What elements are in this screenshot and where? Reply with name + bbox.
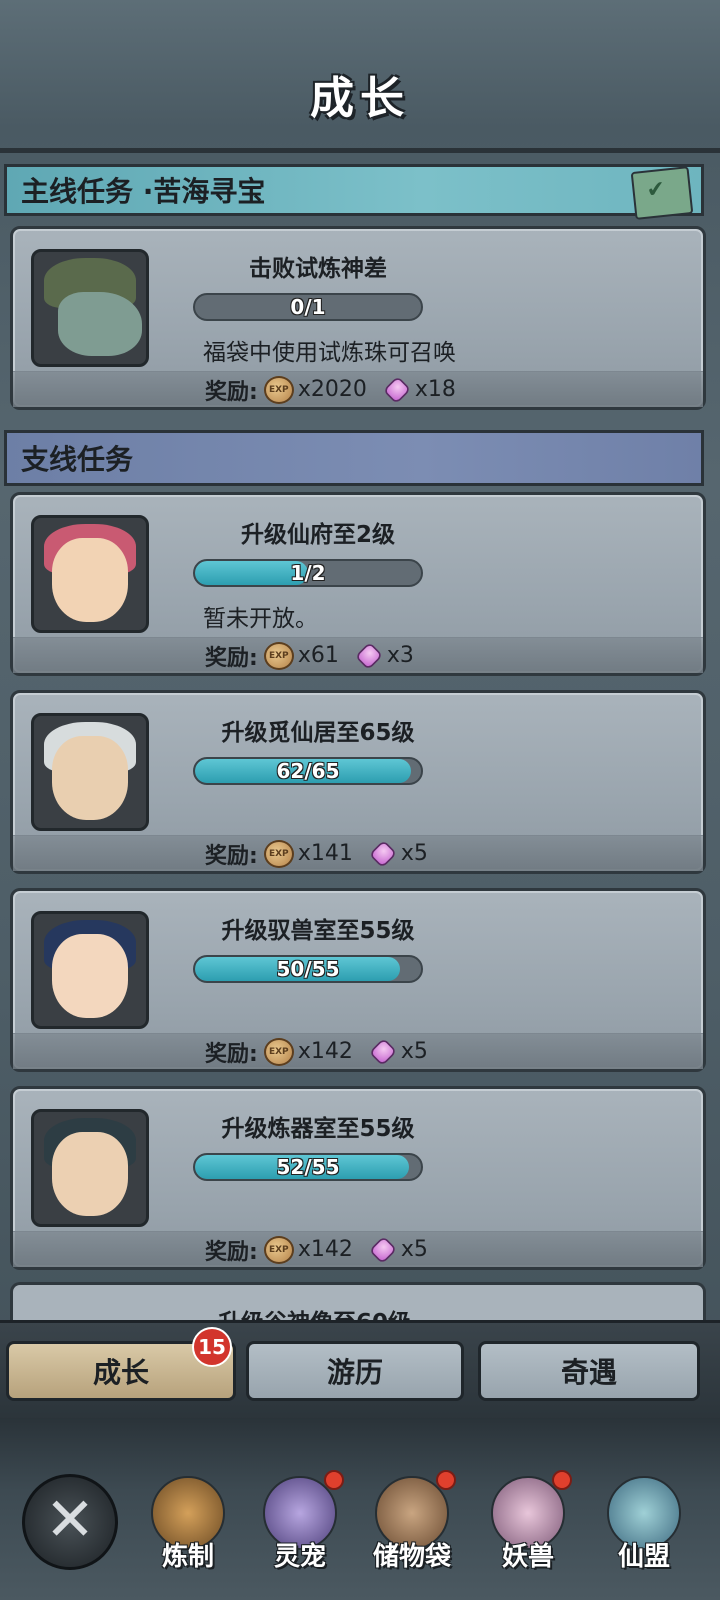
gem-amount: x5 [400,1237,428,1262]
reward-label: 奖励: [205,843,258,869]
nav-alliance[interactable]: 仙盟 [594,1476,694,1586]
nav-refine[interactable]: 炼制 [138,1476,238,1586]
exp-amount: x142 [297,1039,353,1064]
nav-label: 仙盟 [617,1542,670,1572]
progress-text: 52/55 [276,1155,340,1179]
task-name: 升级炼器室至55级 [221,1116,415,1142]
progress-text: 50/55 [276,957,340,981]
branch-task-card[interactable]: 升级仙府至2级 1/2 暂未开放。 奖励: EXP x61 x3 [10,492,706,676]
exp-icon: EXP [263,375,294,404]
main-quest-header: 主线任务 ·苦海寻宝 [4,164,704,220]
task-name: 击败试炼神差 [249,256,387,282]
exp-icon: EXP [263,641,294,670]
progress-text: 1/2 [290,561,326,585]
task-progress-bar: 52/55 [193,1153,423,1181]
gem-icon [368,839,397,868]
reward-row: 奖励: EXP x142 x5 [13,1033,703,1069]
nav-label: 妖兽 [501,1542,554,1572]
branch-quest-header: 支线任务 [4,430,704,486]
gem-icon [354,641,383,670]
task-avatar [31,249,149,367]
exp-icon: EXP [263,1235,294,1264]
close-icon[interactable]: ✕ [22,1474,118,1570]
tab-label: 成长 [92,1356,149,1389]
nav-label: 炼制 [161,1542,214,1572]
progress-text: 0/1 [290,295,326,319]
branch-task-card[interactable]: 升级炼器室至55级 52/55 奖励: EXP x142 x5 [10,1086,706,1270]
task-avatar [31,515,149,633]
task-name: 升级觅仙居至65级 [221,720,415,746]
nav-beast[interactable]: 妖兽 [478,1470,578,1586]
exp-amount: x141 [297,841,353,866]
gem-amount: x5 [400,1039,428,1064]
notification-badge: 15 [192,1327,232,1367]
task-avatar [31,911,149,1029]
notification-dot [436,1470,456,1490]
reward-row: 奖励: EXP x61 x3 [13,637,703,673]
exp-amount: x142 [297,1237,353,1262]
page-title: 成长 [310,73,410,124]
exp-amount: x61 [297,643,339,668]
task-desc: 福袋中使用试炼珠可召唤 [203,340,456,366]
gem-icon [368,1235,397,1264]
task-desc: 暂未开放。 [203,606,318,632]
branch-task-card[interactable]: 升级觅仙居至65级 62/65 奖励: EXP x141 x5 [10,690,706,874]
branch-quest-header-label: 支线任务 [21,443,134,476]
quest-book-icon[interactable] [630,166,694,220]
task-avatar [31,713,149,831]
bottom-nav: ✕ 炼制 灵宠 储物袋 妖兽 仙盟 [0,1418,720,1600]
gem-icon [368,1037,397,1066]
nav-label: 灵宠 [273,1542,326,1572]
task-progress-bar: 62/65 [193,757,423,785]
nav-pet[interactable]: 灵宠 [250,1470,350,1586]
gem-icon [382,375,411,404]
reward-row: 奖励: EXP x142 x5 [13,1231,703,1267]
reward-label: 奖励: [205,645,258,671]
gem-amount: x5 [400,841,428,866]
task-progress-bar: 0/1 [193,293,423,321]
task-name: 升级仙府至2级 [240,522,395,548]
progress-text: 62/65 [276,759,340,783]
nav-bag[interactable]: 储物袋 [362,1470,462,1586]
tab-label: 游历 [326,1356,383,1389]
task-name: 升级驭兽室至55级 [221,918,415,944]
task-progress-bar: 50/55 [193,955,423,983]
tab-bar: 成长 15 游历 奇遇 [0,1320,720,1421]
task-avatar [31,1109,149,1227]
notification-dot [324,1470,344,1490]
notification-dot [552,1470,572,1490]
reward-row: 奖励: EXP x2020 x18 [13,371,703,407]
tab-travel[interactable]: 游历 [246,1341,464,1401]
nav-label: 储物袋 [372,1542,451,1572]
top-divider [0,148,720,153]
exp-icon: EXP [263,839,294,868]
branch-task-card[interactable]: 升级驭兽室至55级 50/55 奖励: EXP x142 x5 [10,888,706,1072]
tab-label: 奇遇 [560,1356,617,1389]
exp-amount: x2020 [297,377,367,402]
reward-label: 奖励: [205,1041,258,1067]
task-progress-bar: 1/2 [193,559,423,587]
gem-amount: x18 [414,377,456,402]
reward-label: 奖励: [205,379,258,405]
branch-task-card-partial[interactable]: 升级谷神像至60级 [10,1282,706,1322]
main-quest-header-label: 主线任务 ·苦海寻宝 [21,175,266,208]
main-task-card[interactable]: 击败试炼神差 0/1 福袋中使用试炼珠可召唤 奖励: EXP x2020 x18 [10,226,706,410]
exp-icon: EXP [263,1037,294,1066]
gem-amount: x3 [386,643,414,668]
reward-row: 奖励: EXP x141 x5 [13,835,703,871]
tab-encounter[interactable]: 奇遇 [478,1341,700,1401]
reward-label: 奖励: [205,1239,258,1265]
